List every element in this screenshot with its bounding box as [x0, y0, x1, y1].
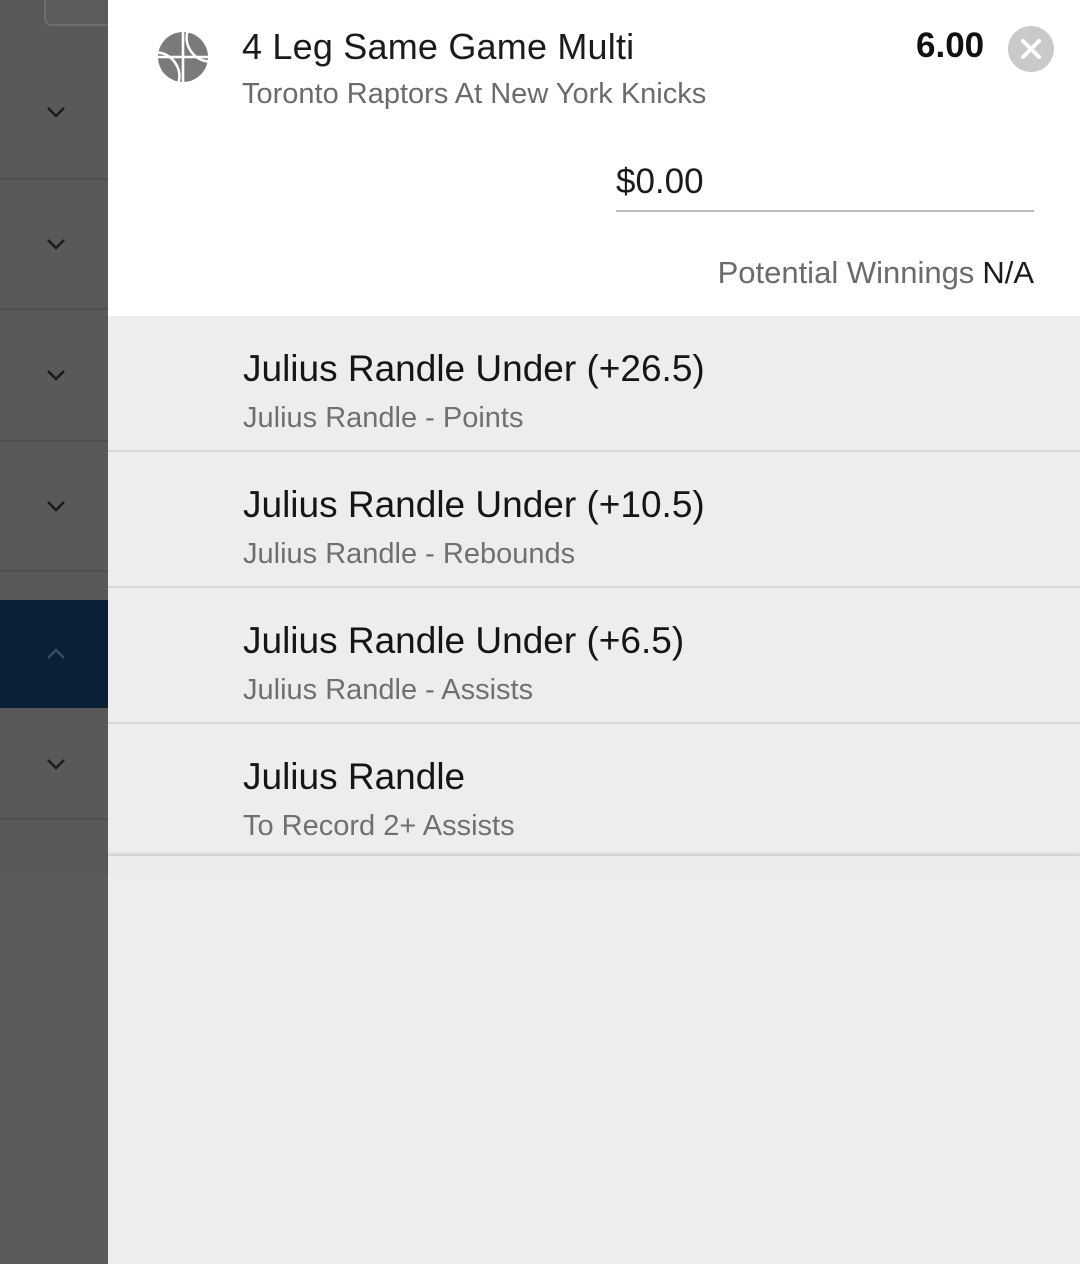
list-item: Julius Randle Under (+26.5) Julius Randl… — [108, 316, 1080, 452]
collapsed-row[interactable] — [0, 180, 108, 310]
panel-bottom-edge — [108, 856, 1080, 876]
leg-selection: Julius Randle — [243, 756, 466, 797]
chevron-down-icon — [47, 239, 65, 250]
background-pill — [44, 0, 118, 26]
bet-slip-panel: 4 Leg Same Game Multi Toronto Raptors At… — [108, 0, 1080, 1264]
leg-selection: Julius Randle Under (+26.5) — [243, 348, 705, 389]
list-item: Julius Randle Under (+10.5) Julius Randl… — [108, 452, 1080, 588]
collapsed-row[interactable] — [0, 710, 108, 820]
chevron-up-icon — [47, 648, 65, 659]
stake-value: $0.00 — [616, 162, 704, 201]
chevron-down-icon — [47, 370, 65, 381]
bet-odds: 6.00 — [916, 26, 985, 65]
potential-winnings: Potential Winnings N/A — [718, 255, 1034, 291]
background-list-strip — [0, 0, 118, 876]
bet-legs-list: Julius Randle Under (+26.5) Julius Randl… — [108, 316, 1080, 1264]
basketball-icon — [157, 31, 209, 83]
winnings-label: Potential Winnings — [717, 255, 975, 290]
leg-market: To Record 2+ Assists — [243, 810, 515, 842]
bet-header: 4 Leg Same Game Multi Toronto Raptors At… — [108, 0, 1080, 316]
collapsed-row[interactable] — [0, 310, 108, 442]
event-name: Toronto Raptors At New York Knicks — [242, 78, 707, 110]
bet-title: 4 Leg Same Game Multi — [242, 26, 635, 67]
leg-market: Julius Randle - Assists — [243, 674, 534, 706]
remove-bet-button[interactable] — [1008, 26, 1054, 72]
list-item: Julius Randle Under (+6.5) Julius Randle… — [108, 588, 1080, 724]
collapsed-row[interactable] — [0, 442, 108, 572]
collapsed-row[interactable] — [0, 46, 108, 180]
expanded-row[interactable] — [0, 600, 108, 708]
chevron-down-icon — [47, 107, 65, 118]
leg-selection: Julius Randle Under (+6.5) — [243, 620, 685, 661]
leg-market: Julius Randle - Rebounds — [243, 538, 576, 570]
chevron-down-icon — [47, 759, 65, 770]
leg-selection: Julius Randle Under (+10.5) — [243, 484, 705, 525]
winnings-value: N/A — [982, 255, 1034, 290]
list-item: Julius Randle To Record 2+ Assists — [108, 724, 1080, 1264]
chevron-down-icon — [47, 501, 65, 512]
stake-input[interactable]: $0.00 — [616, 158, 1034, 212]
close-icon — [1021, 39, 1041, 59]
leg-market: Julius Randle - Points — [243, 402, 524, 434]
